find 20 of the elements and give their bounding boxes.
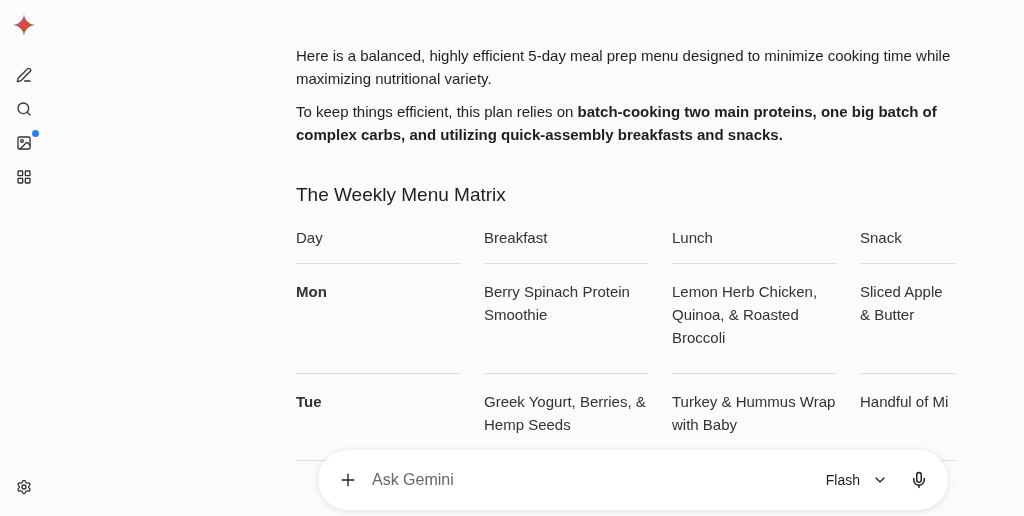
grid-icon <box>16 169 32 185</box>
table-cell: Sliced Apple & Butter <box>860 264 956 374</box>
table-cell: Mon <box>296 264 461 374</box>
paragraph: Here is a balanced, highly efficient 5-day meal prep menu designed to minimize cooking time while maximizing nutritional variety. <box>296 46 952 89</box>
section-heading: The Weekly Menu Matrix <box>296 184 507 206</box>
prompt-input[interactable]: Ask Gemini <box>370 470 814 490</box>
sparkle-logo[interactable] <box>13 14 35 36</box>
search-icon <box>16 101 32 117</box>
microphone-button[interactable] <box>910 471 928 489</box>
model-selector[interactable]: Flash <box>825 472 898 488</box>
gear-icon <box>16 479 32 495</box>
column-header: Lunch <box>672 226 837 264</box>
column-header: Day <box>296 226 461 264</box>
table-cell: Berry Spinach Protein Smoothie <box>484 264 649 374</box>
table-cell: Lemon Herb Chicken, Quinoa, & Roasted Broccoli <box>672 264 837 374</box>
column-header: Breakfast <box>484 226 649 264</box>
paragraph: To keep things efficient, this plan relies on batch-cooking two main proteins, one big batch of complex carbs, and utilizing quick-assembly breakfasts and snacks. <box>296 102 938 145</box>
pen-icon <box>16 67 32 83</box>
column-header: Snack <box>860 226 956 264</box>
image-icon <box>16 135 32 151</box>
